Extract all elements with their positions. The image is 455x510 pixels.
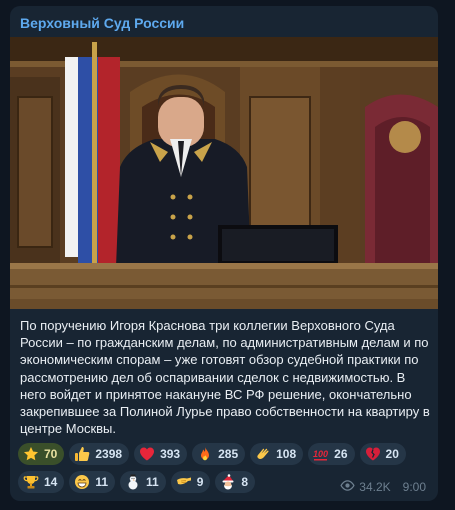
message-text: По поручению Игоря Краснова три коллегии… xyxy=(20,318,430,437)
hundred-icon: 100 xyxy=(313,446,329,462)
reaction-count: 285 xyxy=(218,447,239,461)
reaction-count: 14 xyxy=(44,475,58,489)
reaction-heart-broken[interactable]: 20 xyxy=(359,443,406,465)
santa-icon xyxy=(220,474,236,490)
reaction-count: 26 xyxy=(334,447,348,461)
star-icon xyxy=(23,446,39,462)
fire-icon xyxy=(197,446,213,462)
channel-name[interactable]: Верховный Суд России xyxy=(20,15,184,31)
reaction-count: 20 xyxy=(385,447,399,461)
reaction-count: 11 xyxy=(146,475,159,489)
reaction-thumbs-up[interactable]: 2398 xyxy=(69,443,130,465)
heart-icon xyxy=(139,446,155,462)
message-meta: 34.2K 9:00 xyxy=(340,480,426,494)
salute-icon xyxy=(176,474,192,490)
reaction-count: 108 xyxy=(276,447,297,461)
reaction-salute[interactable]: 9 xyxy=(170,471,211,493)
snowman-icon xyxy=(125,474,141,490)
reaction-hundred[interactable]: 100 26 xyxy=(308,443,355,465)
message-bubble: Верховный Суд России По поручению Игоря … xyxy=(10,6,438,501)
reaction-grin[interactable]: 11 xyxy=(69,471,116,493)
grin-icon xyxy=(74,474,90,490)
reaction-fire[interactable]: 285 xyxy=(192,443,246,465)
reaction-count: 8 xyxy=(241,475,249,489)
reaction-count: 70 xyxy=(44,447,58,461)
clap-icon xyxy=(255,446,271,462)
reaction-clap[interactable]: 108 xyxy=(250,443,304,465)
thumbs-up-icon xyxy=(74,446,90,462)
reaction-count: 393 xyxy=(160,447,181,461)
reaction-count: 2398 xyxy=(95,447,123,461)
trophy-icon xyxy=(23,474,39,490)
post-photo[interactable] xyxy=(10,37,438,309)
reaction-santa[interactable]: 8 xyxy=(215,471,256,493)
reaction-snowman[interactable]: 11 xyxy=(120,471,166,493)
message-time: 9:00 xyxy=(402,480,426,494)
heart-broken-icon xyxy=(365,446,381,462)
reaction-count: 11 xyxy=(95,475,109,489)
svg-text:100: 100 xyxy=(313,449,328,459)
reaction-trophy[interactable]: 14 xyxy=(18,471,65,493)
reaction-count: 9 xyxy=(196,475,204,489)
eye-icon xyxy=(340,480,355,494)
reaction-heart[interactable]: 393 xyxy=(134,443,188,465)
views-count: 34.2K xyxy=(359,480,391,494)
reaction-star[interactable]: 70 xyxy=(18,443,65,465)
